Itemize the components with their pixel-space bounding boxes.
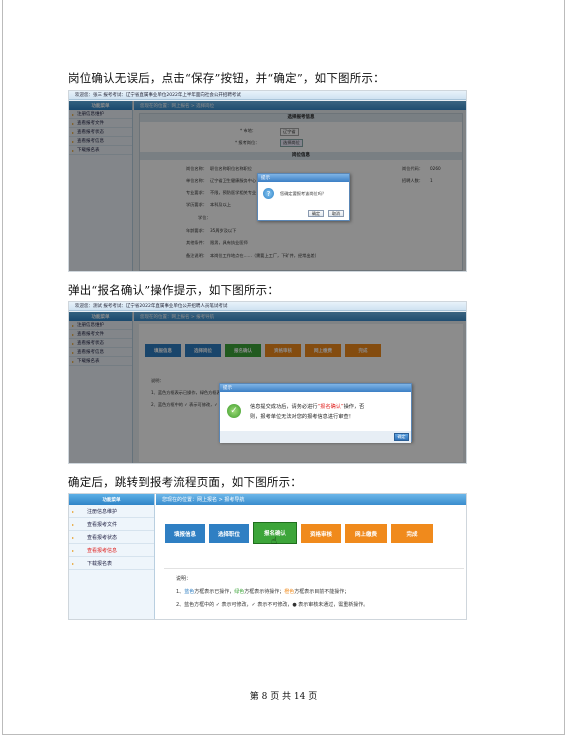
info-dialog: 提示 ✓ 信息提交成功后，请务必进行“报名确认”操作，否 则，报考单位无法对您的… bbox=[219, 383, 412, 443]
sidebar-item-register[interactable]: 注册信息维护 bbox=[69, 505, 154, 518]
note1-b: 方框表示已操作， bbox=[194, 589, 235, 595]
cancel-button[interactable]: 取消 bbox=[328, 210, 344, 217]
ok-button[interactable]: 确定 bbox=[394, 433, 409, 441]
dialog-text-a: 信息提交成功后，请务必进行 bbox=[250, 404, 318, 410]
dialog-text: 您确定要报考该岗位吗？ bbox=[280, 191, 327, 196]
dialog-text-highlight: “报名确认” bbox=[317, 404, 344, 410]
notes-box: 说明： 1、蓝色方框表示已操作，绿色方框表示待操作；橙色方框表示目前不能操作； … bbox=[164, 568, 464, 618]
topbar: 欢迎您：测试 报考考试：辽宁省2022年直属事业单位公开招聘人员笔试考试 bbox=[69, 302, 466, 311]
step-done: 完成 bbox=[391, 524, 433, 543]
dialog-text-b: 操作，否 bbox=[343, 404, 365, 410]
paragraph-3: 确定后，跳转到报考流程页面，如下图所示： bbox=[68, 475, 302, 489]
breadcrumb: 您现在的位置：网上报名 > 报考导航 bbox=[156, 494, 466, 505]
dialog-footer bbox=[220, 431, 411, 443]
screenshot-flow-page: 功能菜单 注册信息维护 查看报考文件 查看报考状态 查看报考信息 下载报名表 您… bbox=[68, 493, 467, 620]
sidebar-item-status[interactable]: 查看报考状态 bbox=[69, 531, 154, 544]
step-fill-info[interactable]: 填报信息 bbox=[165, 524, 205, 543]
sidebar-header: 功能菜单 bbox=[69, 494, 154, 505]
dialog-title: 提示 bbox=[258, 174, 349, 182]
paragraph-2: 弹出“报名确认”操作提示，如下图所示： bbox=[68, 283, 280, 297]
success-icon: ✓ bbox=[227, 404, 241, 418]
note1-prefix: 1、 bbox=[176, 589, 185, 595]
question-icon: ? bbox=[263, 188, 274, 199]
ok-button[interactable]: 确定 bbox=[308, 210, 324, 217]
page-footer: 第 8 页 共 14 页 bbox=[249, 692, 318, 702]
step-payment: 网上缴费 bbox=[345, 524, 387, 543]
dialog-text-line2: 则，报考单位无法对您的报考信息进行审查！ bbox=[250, 414, 354, 420]
cursor-hand-icon: ☝ bbox=[271, 536, 278, 547]
paragraph-1: 岗位确认无误后，点击“保存”按钮，并“确定”，如下图所示： bbox=[68, 71, 385, 85]
note-1: 1、蓝色方框表示已操作，绿色方框表示待操作；橙色方框表示目前不能操作； bbox=[176, 588, 349, 595]
dialog-title: 提示 bbox=[220, 384, 411, 392]
note1-d: 方框表示目前不能操作； bbox=[294, 589, 350, 595]
note1-green: 绿色 bbox=[234, 589, 245, 595]
note1-orange: 橙色 bbox=[284, 589, 295, 595]
step-select-post[interactable]: 选择职位 bbox=[209, 524, 249, 543]
sidebar: 功能菜单 注册信息维护 查看报考文件 查看报考状态 查看报考信息 下载报名表 bbox=[69, 494, 155, 619]
sidebar-item-download[interactable]: 下载报名表 bbox=[69, 557, 154, 570]
step-review: 资格审核 bbox=[301, 524, 341, 543]
note1-blue: 蓝色 bbox=[184, 589, 195, 595]
dialog-text-line1: 信息提交成功后，请务必进行“报名确认”操作，否 bbox=[250, 403, 364, 410]
screenshot-save-confirm: 欢迎您：张三 报考考试：辽宁省直属事业单位2022年上半年面向社会公开招聘考试 … bbox=[68, 90, 467, 272]
topbar: 欢迎您：张三 报考考试：辽宁省直属事业单位2022年上半年面向社会公开招聘考试 bbox=[69, 91, 466, 100]
sidebar-item-files[interactable]: 查看报考文件 bbox=[69, 518, 154, 531]
note1-c: 方框表示待操作； bbox=[244, 589, 285, 595]
screenshot-submit-tip: 欢迎您：测试 报考考试：辽宁省2022年直属事业单位公开招聘人员笔试考试 功能菜… bbox=[68, 301, 467, 464]
notes-title: 说明： bbox=[176, 576, 192, 582]
sidebar-item-info[interactable]: 查看报考信息 bbox=[69, 544, 154, 557]
confirm-dialog: 提示 ? 您确定要报考该岗位吗？ 确定 取消 bbox=[257, 173, 350, 221]
note-2: 2、蓝色方框中的 ✓ 表示可修改，✓ 表示不可修改，● 表示审核未通过，需重新操… bbox=[176, 602, 369, 608]
